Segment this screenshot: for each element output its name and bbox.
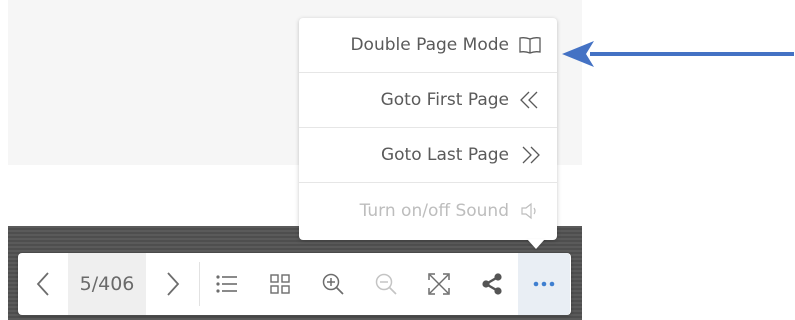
menu-item-label: Turn on/off Sound [359, 200, 509, 221]
speaker-icon [517, 200, 543, 222]
book-icon [517, 34, 543, 56]
zoom-out-icon [375, 273, 397, 295]
grid-icon [269, 274, 290, 294]
table-of-contents-button[interactable] [200, 253, 253, 315]
more-options-menu: Double Page Mode Goto First Page Goto La… [299, 18, 557, 240]
menu-item-goto-last-page[interactable]: Goto Last Page [299, 128, 557, 183]
previous-page-button[interactable] [18, 253, 68, 315]
double-chevron-right-icon [517, 144, 543, 166]
fullscreen-icon [427, 273, 450, 295]
page-indicator[interactable]: 5/406 [68, 253, 146, 315]
chevron-left-icon [36, 272, 49, 296]
menu-item-double-page-mode[interactable]: Double Page Mode [299, 18, 557, 73]
thumbnails-button[interactable] [253, 253, 306, 315]
more-dots-icon [533, 281, 555, 287]
share-button[interactable] [465, 253, 518, 315]
menu-item-toggle-sound[interactable]: Turn on/off Sound [299, 183, 557, 238]
menu-pointer [527, 239, 545, 249]
zoom-in-button[interactable] [306, 253, 359, 315]
more-options-button[interactable] [518, 253, 570, 315]
zoom-out-button[interactable] [359, 253, 412, 315]
menu-item-label: Goto Last Page [380, 145, 509, 165]
flipbook-toolbar: 5/406 [18, 253, 571, 315]
zoom-in-icon [322, 273, 344, 295]
menu-item-goto-first-page[interactable]: Goto First Page [299, 73, 557, 128]
share-icon [481, 273, 502, 295]
chevron-right-icon [166, 272, 179, 296]
next-page-button[interactable] [146, 253, 199, 315]
list-icon [215, 275, 237, 293]
annotation-arrow-icon [562, 41, 794, 67]
menu-item-label: Goto First Page [380, 90, 509, 110]
double-chevron-left-icon [517, 89, 543, 111]
menu-item-label: Double Page Mode [350, 35, 509, 55]
fullscreen-button[interactable] [412, 253, 465, 315]
